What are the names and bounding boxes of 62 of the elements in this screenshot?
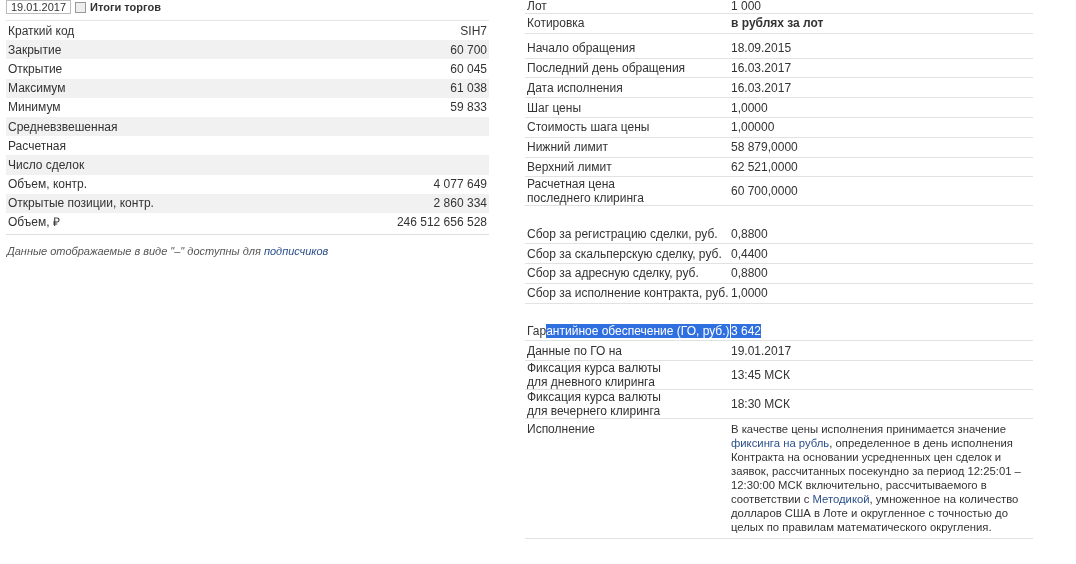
spec-label: Данные по ГО на (526, 343, 623, 358)
checkbox-label: Итоги торгов (90, 1, 161, 13)
row-label: Число сделок (8, 156, 85, 174)
spec-value: 62 521,0000 (731, 159, 798, 174)
spec-value: 19.01.2017 (731, 343, 792, 358)
spec-label: Сбор за регистрацию сделки, руб. (526, 226, 719, 241)
spec-label: Шаг цены (526, 100, 583, 115)
spec-value: 3 642 (731, 323, 762, 338)
row-value: 2 860 334 (433, 195, 487, 213)
row-value: 60 045 (450, 60, 487, 78)
row-value: SIH7 (460, 22, 487, 40)
spec-label: Верхний лимит (526, 159, 613, 174)
date-field[interactable]: 19.01.2017 (6, 0, 72, 14)
spec-value: 0,4400 (731, 246, 768, 261)
spec-label: Исполнение (526, 421, 596, 437)
spec-label: Фиксация курса валюты для дневного клиринга (526, 361, 662, 390)
spec-label: Расчетная цена последнего клиринга (526, 177, 645, 206)
spec-value: 0,8800 (731, 266, 768, 281)
spec-value: 13:45 МСК (731, 368, 790, 383)
spec-value: 18:30 МСК (731, 397, 790, 412)
row-label: Максимум (8, 80, 66, 98)
spec-value: 1 000 (731, 0, 762, 13)
row-value: 60 700 (450, 41, 487, 59)
row-label: Средневзвешенная (8, 118, 118, 136)
spec-label: Последний день обращения (526, 61, 687, 75)
spec-value: 0,8800 (731, 226, 768, 241)
subscriber-note: Данные отображаемые в виде "–" доступны для подписчиков (6, 244, 330, 260)
spec-value: 16.03.2017 (731, 61, 792, 75)
description-link[interactable]: Методикой (812, 493, 870, 506)
row-value: 59 833 (450, 99, 487, 117)
spec-label: Нижний лимит (526, 140, 609, 155)
spec-value: 16.03.2017 (731, 80, 792, 95)
row-label: Расчетная (8, 137, 66, 155)
spec-value: 18.09.2015 (731, 41, 792, 56)
execution-description: В качестве цены исполнения принимается значение фиксинга на рубль, определенное в день исполнения Контракта на основании усредненных цен сделок и заявок, рассчитанных посекундно за период 12:25:01 – 12:30:00 МСК включительно, рассчитываемого в соответствии с Методикой, умноженное на количество долларов США в Лоте и округленное с точностью до целых по правилам математического округления. (731, 422, 1022, 536)
spec-value: 1,0000 (731, 100, 768, 115)
spec-label: Котировка (526, 16, 586, 31)
spec-label: Сбор за исполнение контракта, руб. (526, 286, 730, 301)
spec-label: Начало обращения (526, 41, 637, 56)
spec-label: Сбор за скальперскую сделку, руб. (526, 246, 723, 261)
spec-label: Фиксация курса валюты для вечернего клиринга (526, 390, 662, 419)
row-label: Краткий код (8, 22, 75, 40)
spec-value: 1,0000 (731, 286, 768, 301)
spec-value: в рублях за лот (731, 16, 824, 31)
row-label: Открытые позиции, контр. (8, 195, 154, 213)
row-label: Закрытие (8, 41, 62, 59)
row-value: 4 077 649 (433, 176, 487, 194)
row-label: Открытие (8, 60, 63, 78)
row-label: Объем, ₽ (8, 214, 60, 232)
checkbox[interactable] (75, 1, 87, 13)
row-label: Минимум (8, 99, 61, 117)
row-value: 246 512 656 528 (396, 214, 487, 232)
spec-value: 1,00000 (731, 120, 775, 135)
subscribers-link[interactable]: подписчиков (263, 245, 329, 258)
spec-label: Стоимость шага цены (526, 120, 651, 135)
row-label: Объем, контр. (8, 176, 88, 194)
spec-label: Дата исполнения (526, 80, 624, 95)
spec-label: Сбор за адресную сделку, руб. (526, 266, 700, 281)
spec-label: Лот (526, 0, 548, 13)
spec-value: 60 700,0000 (731, 184, 798, 199)
spec-value: 58 879,0000 (731, 140, 798, 155)
row-value: 61 038 (450, 80, 487, 98)
